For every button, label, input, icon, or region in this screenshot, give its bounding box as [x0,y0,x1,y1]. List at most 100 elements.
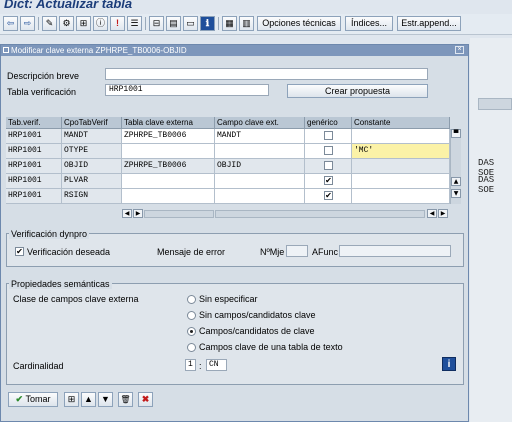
table-horizontal-scrollbar-left[interactable]: ◀ ▶ [122,209,214,219]
table-cell-generico [305,129,352,144]
column-header: Tabla clave externa [122,117,215,129]
table-cell-generico [305,159,352,174]
foreign-key-dialog: Modificar clave externa ZPHRPE_TB0006-OB… [0,44,469,422]
table-cell-campo-ext: OBJID [215,159,305,174]
verificacion-checkbox[interactable]: ✔ [15,247,24,256]
tomar-label: Tomar [25,394,51,404]
info-icon[interactable]: ℹ [200,16,215,31]
cancel-icon[interactable]: ✖ [138,392,153,407]
tabla-verificacion-input[interactable]: HRP1001 [105,84,269,96]
table-icon[interactable]: ▤ [166,16,181,31]
scroll-left-icon[interactable]: ◀ [122,209,132,218]
group-title: Propiedades semánticas [9,279,112,289]
radio-label: Campos/candidatos de clave [199,326,315,336]
up-arrow-icon[interactable]: ▲ [81,392,96,407]
layout-icon[interactable]: ⊟ [149,16,164,31]
tomar-button[interactable]: ✔ Tomar [8,392,58,407]
indices-button[interactable]: Índices... [345,16,393,31]
nmje-label: NºMje [260,247,285,257]
scroll-up-icon[interactable]: ▲ [451,177,461,186]
generico-checkbox[interactable] [324,131,333,140]
table-cell-tabla-ext[interactable] [122,174,215,189]
column-header: Tab.verif. [6,117,62,129]
cardinalidad-left-input[interactable]: 1 [185,359,196,371]
table-cell-campo-ext[interactable] [215,144,305,159]
radio-campos-candidatos[interactable] [187,327,196,336]
trash-icon[interactable]: 🗑 [118,392,133,407]
activate-icon[interactable]: ⚙ [59,16,74,31]
structure-icon[interactable]: ▥ [239,16,254,31]
afunc-input[interactable] [339,245,451,257]
scroll-top-icon[interactable]: ▀ [451,129,461,138]
object-list-icon[interactable]: ⊞ [76,16,91,31]
hierarchy-icon[interactable]: ☰ [127,16,142,31]
scroll-left-icon[interactable]: ◀ [427,209,437,218]
background-strip [478,98,512,110]
table-cell-generico: ✔ [305,189,352,204]
crear-propuesta-button[interactable]: Crear propuesta [287,84,428,98]
close-icon[interactable]: × [455,46,464,54]
radio-campos-texto[interactable] [187,343,196,352]
nmje-input[interactable] [286,245,308,257]
table-cell-tab: HRP1001 [6,174,62,189]
table-cell-tab: HRP1001 [6,144,62,159]
column-header: Campo clave ext. [215,117,305,129]
forward-icon[interactable]: ⇨ [20,16,35,31]
afunc-label: AFunc [312,247,339,257]
table-vertical-scrollbar[interactable]: ▀ ▲ ▼ [450,129,461,204]
radio-sin-campos[interactable] [187,311,196,320]
table-cell-constante[interactable] [352,189,450,204]
opciones-tecnicas-button[interactable]: Opciones técnicas [257,16,341,31]
where-used-icon[interactable]: ⓘ [93,16,108,31]
table-cell-campo-ext[interactable] [215,189,305,204]
cardinalidad-label: Cardinalidad [13,361,64,371]
table-cell-generico: ✔ [305,174,352,189]
generico-checkbox[interactable] [324,161,333,170]
mensaje-error-label: Mensaje de error [157,247,226,257]
estr-append-button[interactable]: Estr.append... [397,16,461,31]
down-arrow-icon[interactable]: ▼ [98,392,113,407]
table-cell-tabla-ext[interactable] [122,144,215,159]
propiedades-semanticas-group: Propiedades semánticas Clase de campos c… [6,279,464,385]
radio-sin-especificar[interactable] [187,295,196,304]
table-cell-generico [305,144,352,159]
dialog-title: Modificar clave externa ZPHRPE_TB0006-OB… [11,46,187,55]
scroll-right-icon[interactable]: ▶ [438,209,448,218]
table-cell-tab: HRP1001 [6,159,62,174]
hierarchy-icon[interactable]: ⊞ [64,392,79,407]
scroll-down-icon[interactable]: ▼ [451,189,461,198]
table-cell-cpo: OTYPE [62,144,122,159]
generico-checkbox[interactable] [324,146,333,155]
back-icon[interactable]: ⇦ [3,16,18,31]
verificacion-checkbox-label: Verificación deseada [27,247,111,257]
generico-checkbox[interactable]: ✔ [324,191,333,200]
table-cell-constante[interactable]: 'MC' [352,144,450,159]
check-icon[interactable]: ! [110,16,125,31]
table-cell-cpo: RSIGN [62,189,122,204]
table-cell-constante[interactable] [352,174,450,189]
cardinalidad-separator: : [199,361,202,371]
verificacion-dynpro-group: Verificación dynpro ✔ Verificación desea… [6,229,464,267]
dialog-titlebar: Modificar clave externa ZPHRPE_TB0006-OB… [1,45,468,56]
table-cell-constante[interactable] [352,129,450,144]
table-cell-tabla-ext[interactable]: ZPHRPE_TB0006 [122,129,215,144]
table-cell-campo-ext[interactable]: MANDT [215,129,305,144]
descripcion-input[interactable] [105,68,428,80]
window-icon [3,47,9,53]
info-icon[interactable]: i [442,357,456,371]
table-cell-tabla-ext[interactable] [122,189,215,204]
table-horizontal-scrollbar-right[interactable]: ◀ ▶ [215,209,450,219]
clase-campos-label: Clase de campos clave externa [13,294,139,304]
table-cell-constante [352,159,450,174]
edit-icon[interactable]: ✎ [42,16,57,31]
background-label: DAS SOE [478,175,495,195]
column-header: genérico [305,117,352,129]
grid-icon[interactable]: ▦ [222,16,237,31]
cardinalidad-right-input[interactable]: CN [206,359,227,371]
descripcion-label: Descripción breve [7,71,80,81]
scroll-right-icon[interactable]: ▶ [133,209,143,218]
table-cell-cpo: PLVAR [62,174,122,189]
display-icon[interactable]: ▭ [183,16,198,31]
table-cell-campo-ext[interactable] [215,174,305,189]
generico-checkbox[interactable]: ✔ [324,176,333,185]
